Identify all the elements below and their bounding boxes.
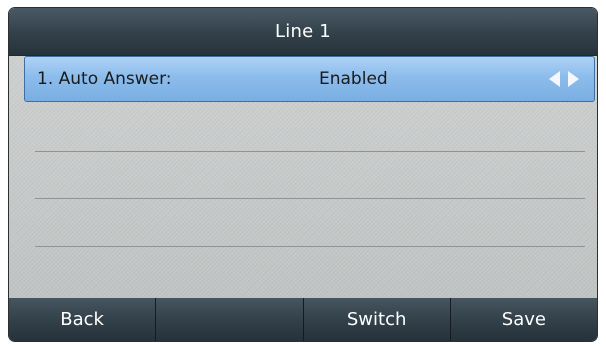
row-divider — [35, 151, 585, 152]
page-title: Line 1 — [275, 21, 331, 42]
row-divider — [35, 246, 585, 247]
save-softkey[interactable]: Save — [450, 298, 597, 341]
softkey-bar: Back Switch Save — [9, 298, 597, 341]
setting-label: 1. Auto Answer: — [37, 69, 172, 89]
auto-answer-setting-row[interactable]: 1. Auto Answer: Enabled — [24, 56, 595, 102]
row-divider — [35, 198, 585, 199]
setting-value: Enabled — [319, 69, 388, 89]
back-softkey[interactable]: Back — [9, 298, 157, 341]
empty-softkey[interactable] — [156, 298, 304, 341]
switch-softkey[interactable]: Switch — [303, 298, 451, 341]
phone-screen: Line 1 1. Auto Answer: Enabled Back Swit… — [9, 8, 597, 341]
triangle-right-icon[interactable] — [568, 71, 579, 87]
triangle-left-icon[interactable] — [549, 71, 560, 87]
title-bar: Line 1 — [9, 8, 597, 56]
